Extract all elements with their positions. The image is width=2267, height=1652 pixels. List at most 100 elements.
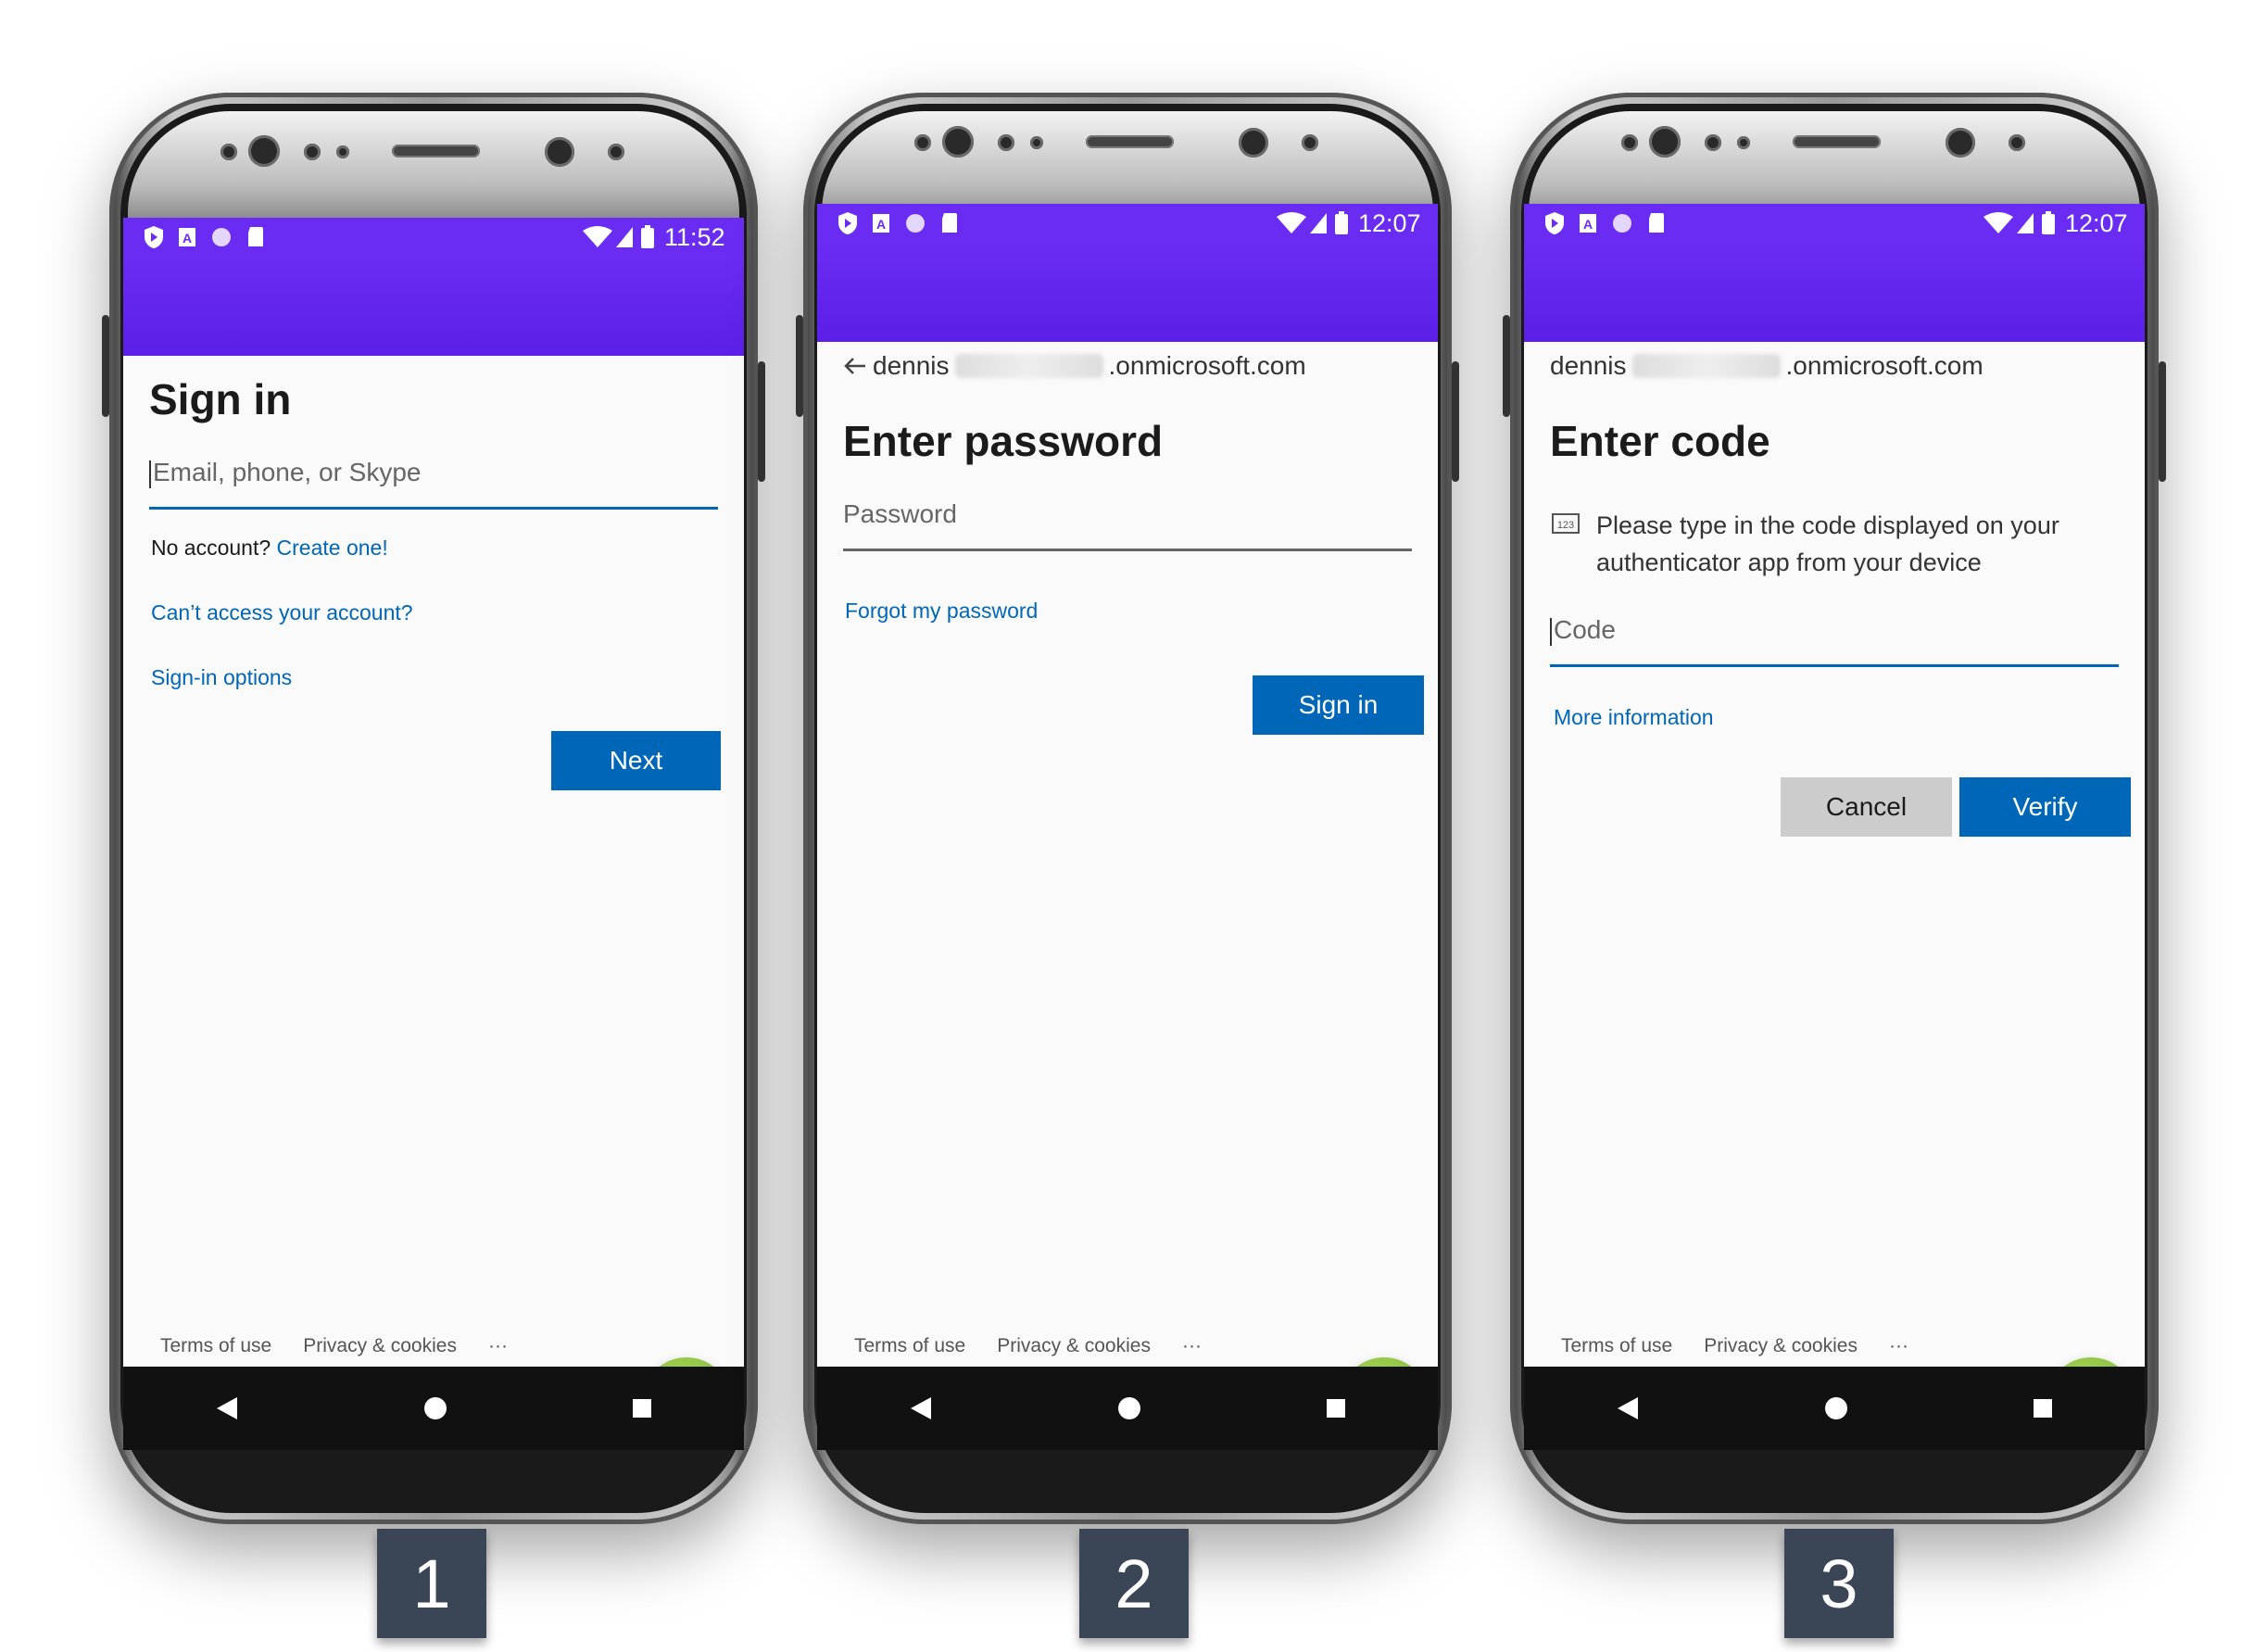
play-protect-icon bbox=[1545, 212, 1564, 234]
sensor-dot bbox=[914, 134, 931, 151]
status-time: 11:52 bbox=[664, 223, 725, 251]
forgot-password-link[interactable]: Forgot my password bbox=[845, 599, 1038, 624]
earpiece-speaker bbox=[1086, 135, 1174, 148]
nav-home-icon[interactable] bbox=[1117, 1396, 1141, 1420]
nav-recents-icon[interactable] bbox=[1326, 1398, 1346, 1419]
email-prefix: dennis bbox=[1550, 351, 1627, 380]
android-nav-bar bbox=[1524, 1367, 2145, 1450]
keypad-123-icon: 123 bbox=[1552, 513, 1580, 534]
sd-card-icon bbox=[1649, 213, 1664, 233]
cancel-button[interactable]: Cancel bbox=[1781, 777, 1952, 837]
sd-card-icon bbox=[942, 213, 957, 233]
text-caret bbox=[149, 460, 151, 488]
nav-recents-icon[interactable] bbox=[632, 1398, 652, 1419]
svg-text:A: A bbox=[1583, 217, 1593, 232]
svg-text:A: A bbox=[183, 231, 192, 246]
more-information-link[interactable]: More information bbox=[1554, 705, 1714, 730]
step-badge-2: 2 bbox=[1079, 1529, 1189, 1638]
battery-icon bbox=[1335, 211, 1348, 234]
more-options-button[interactable]: ··· bbox=[1182, 1335, 1202, 1357]
email-prefix: dennis bbox=[873, 351, 950, 380]
privacy-link[interactable]: Privacy & cookies bbox=[303, 1335, 457, 1357]
sd-card-icon bbox=[248, 227, 263, 246]
sensor-dot bbox=[1302, 134, 1318, 151]
sensor-dot bbox=[336, 145, 349, 158]
cant-access-link[interactable]: Can’t access your account? bbox=[151, 600, 413, 625]
code-placeholder: Code bbox=[1554, 615, 1616, 644]
footer-links: Terms of use Privacy & cookies ··· bbox=[854, 1335, 1202, 1357]
step-badge-3: 3 bbox=[1784, 1529, 1894, 1638]
screen-sign-in: A 11:52 Sign in Email, phone, or Skype N… bbox=[123, 218, 744, 1450]
more-options-button[interactable]: ··· bbox=[488, 1335, 508, 1357]
sensor-dot bbox=[608, 144, 624, 160]
app-header bbox=[123, 257, 744, 356]
phone-3: A 12:07 dennis .onmicrosoft.com Enter cod… bbox=[1503, 93, 2166, 1524]
phone-2: A 12:07 dennis .onmicrosoft.com Enter pas… bbox=[796, 93, 1459, 1524]
email-suffix: .onmicrosoft.com bbox=[1108, 351, 1306, 380]
circle-app-icon bbox=[1613, 214, 1631, 233]
phone-top-bezel bbox=[822, 111, 1433, 218]
sensor-dot bbox=[1705, 134, 1721, 151]
power-button bbox=[2159, 361, 2166, 482]
email-field[interactable]: Email, phone, or Skype bbox=[149, 448, 718, 510]
email-placeholder: Email, phone, or Skype bbox=[153, 458, 422, 486]
next-button[interactable]: Next bbox=[551, 731, 721, 790]
play-protect-icon bbox=[838, 212, 857, 234]
sensor-dot bbox=[2009, 134, 2025, 151]
nav-recents-icon[interactable] bbox=[2033, 1398, 2053, 1419]
nav-back-icon[interactable] bbox=[1616, 1395, 1640, 1421]
text-a-icon: A bbox=[1580, 214, 1596, 233]
nav-home-icon[interactable] bbox=[423, 1396, 447, 1420]
code-instruction: 123 Please type in the code displayed on… bbox=[1552, 507, 2108, 581]
footer-links: Terms of use Privacy & cookies ··· bbox=[160, 1335, 508, 1357]
play-protect-icon bbox=[145, 226, 163, 248]
nav-back-icon[interactable] bbox=[215, 1395, 239, 1421]
sign-in-button[interactable]: Sign in bbox=[1253, 675, 1424, 735]
iris-camera bbox=[1649, 126, 1681, 158]
svg-text:123: 123 bbox=[1557, 520, 1574, 531]
wifi-icon bbox=[583, 226, 612, 247]
code-form: dennis .onmicrosoft.com Enter code 123 Pl… bbox=[1524, 342, 2145, 1367]
password-form: dennis .onmicrosoft.com Enter password Pa… bbox=[817, 342, 1438, 1367]
app-header bbox=[1524, 243, 2145, 342]
more-options-button[interactable]: ··· bbox=[1889, 1335, 1908, 1357]
terms-link[interactable]: Terms of use bbox=[160, 1335, 271, 1357]
redacted-email bbox=[1631, 354, 1781, 378]
account-email: dennis .onmicrosoft.com bbox=[843, 351, 1306, 381]
sign-in-options-link[interactable]: Sign-in options bbox=[151, 665, 292, 690]
page-title: Enter code bbox=[1550, 417, 1770, 465]
email-suffix: .onmicrosoft.com bbox=[1785, 351, 1984, 380]
terms-link[interactable]: Terms of use bbox=[854, 1335, 965, 1357]
verify-button[interactable]: Verify bbox=[1959, 777, 2131, 837]
text-a-icon: A bbox=[179, 228, 195, 246]
battery-icon bbox=[2042, 211, 2055, 234]
code-field[interactable]: Code bbox=[1550, 606, 2119, 667]
nav-back-icon[interactable] bbox=[909, 1395, 933, 1421]
wifi-icon bbox=[1984, 212, 2013, 233]
arrow-left-icon[interactable] bbox=[843, 356, 867, 376]
password-field[interactable]: Password bbox=[843, 490, 1412, 551]
redacted-email bbox=[954, 354, 1103, 378]
sensor-dot bbox=[304, 144, 321, 160]
app-header bbox=[817, 243, 1438, 342]
terms-link[interactable]: Terms of use bbox=[1561, 1335, 1672, 1357]
instruction-text: Please type in the code displayed on you… bbox=[1596, 511, 2059, 576]
text-caret bbox=[1550, 617, 1552, 646]
android-nav-bar bbox=[123, 1367, 744, 1450]
phone-1: A 11:52 Sign in Email, phone, or Skype N… bbox=[102, 93, 765, 1524]
circle-app-icon bbox=[906, 214, 925, 233]
sign-in-form: Sign in Email, phone, or Skype No accoun… bbox=[123, 356, 744, 1367]
sensor-dot bbox=[1737, 136, 1750, 149]
power-button bbox=[758, 361, 765, 482]
screen-enter-code: A 12:07 dennis .onmicrosoft.com Enter cod… bbox=[1524, 204, 2145, 1450]
privacy-link[interactable]: Privacy & cookies bbox=[997, 1335, 1151, 1357]
front-camera bbox=[1239, 128, 1268, 158]
privacy-link[interactable]: Privacy & cookies bbox=[1704, 1335, 1858, 1357]
create-account-link[interactable]: Create one! bbox=[277, 536, 388, 560]
nav-home-icon[interactable] bbox=[1824, 1396, 1848, 1420]
password-placeholder: Password bbox=[843, 499, 957, 528]
iris-camera bbox=[248, 135, 280, 167]
stage: A 11:52 Sign in Email, phone, or Skype N… bbox=[0, 0, 2267, 1652]
phone-top-bezel bbox=[128, 111, 739, 218]
front-camera bbox=[545, 137, 574, 167]
